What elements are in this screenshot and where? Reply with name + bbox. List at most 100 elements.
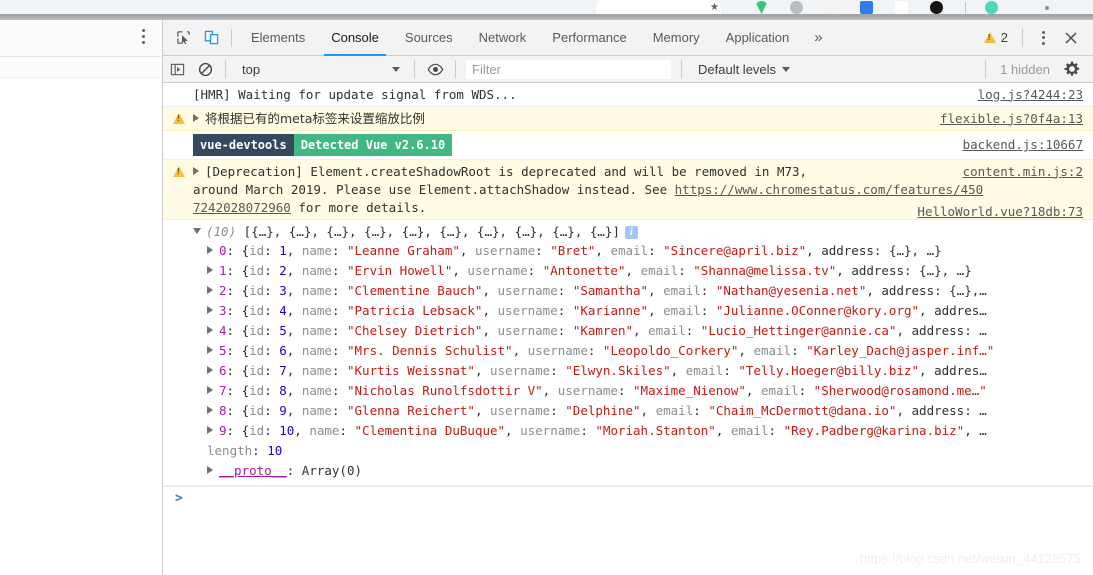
execution-context-select[interactable]: top <box>232 56 408 83</box>
array-item-row[interactable]: 0: {id: 1, name: "Leanne Graham", userna… <box>193 241 1083 261</box>
key-name: name <box>301 303 332 318</box>
source-link[interactable]: backend.js:10667 <box>963 136 1083 154</box>
key-email: email <box>685 363 724 378</box>
punct: : <box>331 363 347 378</box>
value-username: "Leopoldo_Corkery" <box>602 343 739 358</box>
tab-performance[interactable]: Performance <box>539 20 639 56</box>
chromestatus-link[interactable]: https://www.chromestatus.com/features/45… <box>675 182 984 197</box>
length-value: 10 <box>267 443 283 458</box>
warning-count-badge[interactable]: 2 <box>976 30 1016 45</box>
value-name: "Clementina DuBuque" <box>354 423 506 438</box>
punct: : <box>264 363 280 378</box>
ext-white-icon[interactable] <box>825 1 838 14</box>
value-username: "Karianne" <box>572 303 649 318</box>
console-message-list[interactable]: [HMR] Waiting for update signal from WDS… <box>163 83 1093 575</box>
expand-arrow-icon[interactable] <box>207 326 213 334</box>
chevron-down-icon <box>782 66 791 72</box>
chevron-down-icon <box>392 66 400 72</box>
browser-active-tab[interactable] <box>596 0 721 14</box>
expand-arrow-icon[interactable] <box>193 113 199 122</box>
array-item-row[interactable]: 1: {id: 2, name: "Ervin Howell", usernam… <box>193 261 1083 281</box>
log-levels-select[interactable]: Default levels <box>688 56 800 83</box>
browser-menu-icon[interactable] <box>142 29 146 47</box>
array-item-row[interactable]: 2: {id: 3, name: "Clementine Bauch", use… <box>193 281 1083 301</box>
ext-dot-icon[interactable] <box>1045 6 1049 10</box>
console-message-log[interactable]: [HMR] Waiting for update signal from WDS… <box>163 83 1093 107</box>
chromestatus-link-cont[interactable]: 7242028072960 <box>193 200 291 215</box>
array-item-row[interactable]: 8: {id: 9, name: "Glenna Reichert", user… <box>193 401 1083 421</box>
source-link[interactable]: content.min.js:2 <box>963 163 1083 181</box>
console-message-warning[interactable]: 将根据已有的meta标签来设置缩放比例 flexible.js?0f4a:13 <box>163 107 1093 131</box>
tab-elements[interactable]: Elements <box>238 20 318 56</box>
array-header[interactable]: (10) [{…}, {…}, {…}, {…}, {…}, {…}, {…},… <box>193 222 1083 241</box>
message-text: 将根据已有的meta标签来设置缩放比例 <box>205 110 425 126</box>
close-icon[interactable] <box>1057 25 1085 51</box>
toolbar-divider <box>985 60 987 78</box>
array-proto-row[interactable]: __proto__: Array(0) <box>193 461 1083 481</box>
punct: , <box>512 343 528 358</box>
console-prompt[interactable]: > <box>163 486 1093 510</box>
key-id: id <box>249 383 265 398</box>
array-item-row[interactable]: 5: {id: 6, name: "Mrs. Dennis Schulist",… <box>193 341 1083 361</box>
expand-arrow-icon[interactable] <box>207 306 213 314</box>
source-link[interactable]: HelloWorld.vue?18db:73 <box>917 204 1083 219</box>
expand-arrow-icon[interactable] <box>207 426 213 434</box>
tab-application[interactable]: Application <box>713 20 803 56</box>
expand-arrow-icon[interactable] <box>207 346 213 354</box>
tab-console[interactable]: Console <box>318 20 392 56</box>
ext-teal-icon[interactable] <box>985 1 998 14</box>
array-item-row[interactable]: 3: {id: 4, name: "Patricia Lebsack", use… <box>193 301 1083 321</box>
console-message-vue-devtools[interactable]: vue-devtools Detected Vue v2.6.10 backend… <box>163 131 1093 160</box>
ext-blue-icon[interactable] <box>860 1 873 14</box>
source-link[interactable]: flexible.js?0f4a:13 <box>940 110 1083 128</box>
expand-arrow-icon[interactable] <box>207 406 213 414</box>
expand-arrow-icon[interactable] <box>207 466 213 474</box>
punct: , <box>505 423 521 438</box>
expand-arrow-icon[interactable] <box>207 266 213 274</box>
value-email: "Julianne.OConner@kory.org" <box>715 303 920 318</box>
array-item-row[interactable]: 7: {id: 8, name: "Nicholas Runolfsdottir… <box>193 381 1083 401</box>
ext-glasses-icon[interactable] <box>895 1 908 14</box>
tab-network[interactable]: Network <box>466 20 540 56</box>
array-item-row[interactable]: 9: {id: 10, name: "Clementina DuBuque" , … <box>193 421 1083 441</box>
collapse-arrow-icon[interactable] <box>193 228 201 234</box>
key-id: id <box>249 303 265 318</box>
expand-arrow-icon[interactable] <box>207 366 213 374</box>
item-index: 1 <box>219 263 227 278</box>
more-options-icon[interactable] <box>1029 25 1057 51</box>
more-tabs-button[interactable]: » <box>802 20 834 56</box>
row-tail: , addres… <box>919 303 987 318</box>
tab-memory[interactable]: Memory <box>640 20 713 56</box>
array-item-row[interactable]: 4: {id: 5, name: "Chelsey Dietrich", use… <box>193 321 1083 341</box>
punct: , <box>670 363 686 378</box>
key-username: username <box>490 363 551 378</box>
array-item-row[interactable]: 6: {id: 7, name: "Kurtis Weissnat", user… <box>193 361 1083 381</box>
ext-gray-icon[interactable] <box>790 1 803 14</box>
info-icon[interactable]: i <box>624 226 638 239</box>
punct: : <box>693 403 709 418</box>
tab-label: Network <box>478 30 527 45</box>
punct: : <box>700 303 716 318</box>
punct: , <box>294 423 310 438</box>
live-expression-icon[interactable] <box>421 56 449 82</box>
clear-console-icon[interactable] <box>191 56 219 82</box>
key-email: email <box>753 343 792 358</box>
star-icon[interactable]: ★ <box>710 2 719 13</box>
expand-arrow-icon[interactable] <box>207 246 213 254</box>
row-tail: , address: {…}, …} <box>806 243 942 258</box>
expand-arrow-icon[interactable] <box>207 286 213 294</box>
inspect-element-icon[interactable] <box>169 25 197 51</box>
value-id: 10 <box>279 423 295 438</box>
toggle-device-toolbar-icon[interactable] <box>197 25 225 51</box>
console-message-object-dump[interactable]: HelloWorld.vue?18db:73 (10) [{…}, {…}, {… <box>163 204 1093 486</box>
console-sidebar-icon[interactable] <box>163 56 191 82</box>
ext-black-icon[interactable] <box>930 1 943 14</box>
value-email: "Nathan@yesenia.net" <box>715 283 867 298</box>
tab-sources[interactable]: Sources <box>392 20 466 56</box>
settings-gear-icon[interactable] <box>1058 56 1086 82</box>
expand-arrow-icon[interactable] <box>193 166 199 175</box>
punct: , <box>715 423 731 438</box>
filter-input[interactable] <box>466 59 671 79</box>
source-link[interactable]: log.js?4244:23 <box>978 86 1083 104</box>
expand-arrow-icon[interactable] <box>207 386 213 394</box>
